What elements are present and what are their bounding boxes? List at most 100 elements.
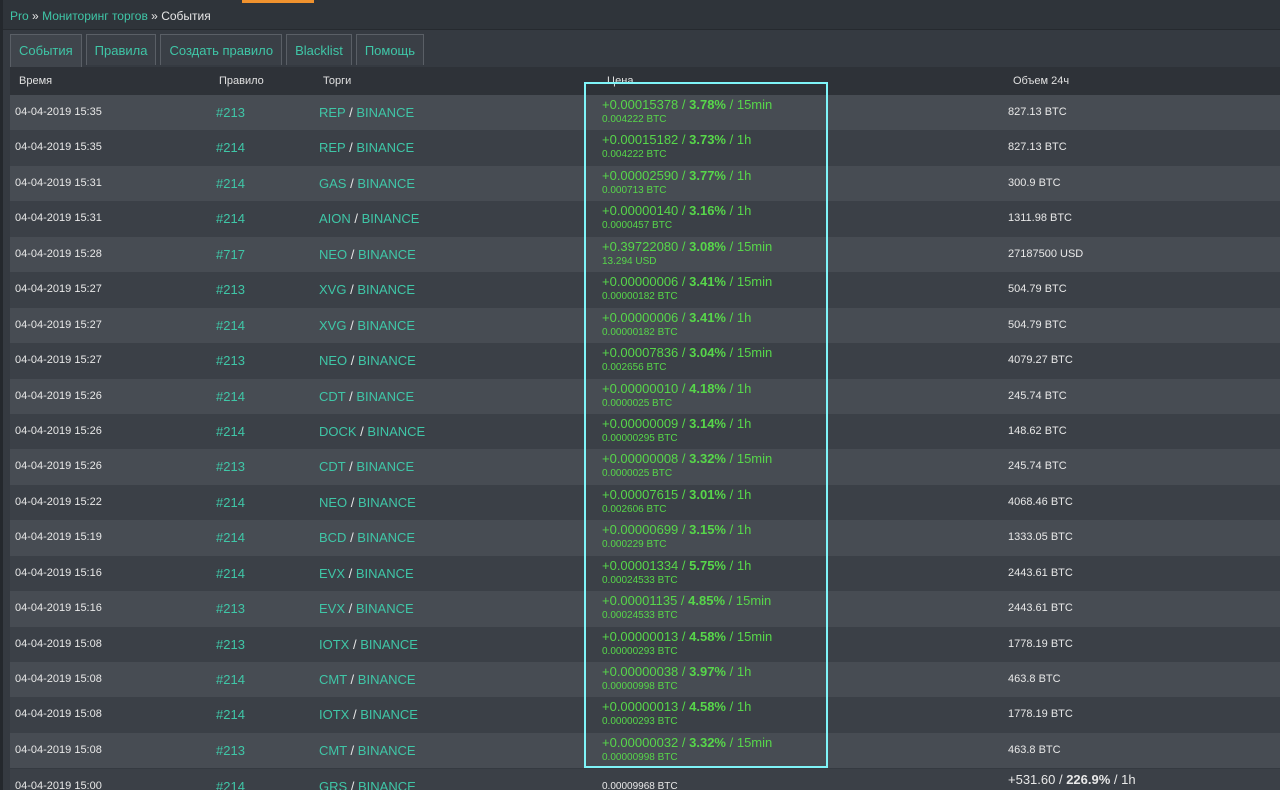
rule-link[interactable]: #214 <box>216 672 245 687</box>
coin-link[interactable]: REP <box>319 140 346 155</box>
table-row[interactable]: 04-04-2019 15:22 #214 NEO / BINANCE +0.0000… <box>10 484 1280 521</box>
coin-link[interactable]: CMT <box>319 743 347 758</box>
exchange-link[interactable]: BINANCE <box>357 530 415 545</box>
rule-link[interactable]: #214 <box>216 707 245 722</box>
tab-events[interactable]: События <box>10 34 82 67</box>
rule-link[interactable]: #717 <box>216 247 245 262</box>
rule-link[interactable]: #213 <box>216 743 245 758</box>
exchange-link[interactable]: BINANCE <box>360 707 418 722</box>
coin-link[interactable]: EVX <box>319 601 345 616</box>
rule-link[interactable]: #214 <box>216 389 245 404</box>
exchange-link[interactable]: BINANCE <box>357 176 415 191</box>
table-row[interactable]: 04-04-2019 15:35 #213 REP / BINANCE +0.0001… <box>10 95 1280 131</box>
header-time[interactable]: Время <box>19 75 52 87</box>
table-row[interactable]: 04-04-2019 15:35 #214 REP / BINANCE +0.0001… <box>10 130 1280 166</box>
table-row[interactable]: 04-04-2019 15:16 #214 EVX / BINANCE +0.0000… <box>10 555 1280 592</box>
table-row[interactable]: 04-04-2019 15:08 #214 IOTX / BINANCE +0.000… <box>10 697 1280 733</box>
event-time: 04-04-2019 15:31 <box>15 212 102 225</box>
coin-link[interactable]: NEO <box>319 353 347 368</box>
table-row[interactable]: 04-04-2019 15:19 #214 BCD / BINANCE +0.0000… <box>10 520 1280 556</box>
rule-link[interactable]: #213 <box>216 601 245 616</box>
table-row[interactable]: 04-04-2019 15:26 #213 CDT / BINANCE +0.0000… <box>10 449 1280 485</box>
breadcrumb-link-pro[interactable]: Pro <box>10 9 29 23</box>
coin-link[interactable]: NEO <box>319 247 347 262</box>
exchange-link[interactable]: BINANCE <box>362 211 420 226</box>
exchange-link[interactable]: BINANCE <box>356 105 414 120</box>
rule-link[interactable]: #213 <box>216 459 245 474</box>
table-row-partial[interactable]: 04-04-2019 15:00 #214 GRS / BINANCE 0.00… <box>10 769 1280 790</box>
coin-link[interactable]: DOCK <box>319 424 357 439</box>
rule-link[interactable]: #213 <box>216 353 245 368</box>
rule-link[interactable]: #214 <box>216 318 245 333</box>
coin-link[interactable]: EVX <box>319 566 345 581</box>
rule-link[interactable]: #214 <box>216 779 245 790</box>
exchange-link[interactable]: BINANCE <box>358 247 416 262</box>
current-price: 0.00000182 BTC <box>602 326 678 338</box>
exchange-link[interactable]: BINANCE <box>360 637 418 652</box>
tab-blacklist[interactable]: Blacklist <box>286 34 352 65</box>
table-row[interactable]: 04-04-2019 15:08 #213 CMT / BINANCE +0.0000… <box>10 732 1280 769</box>
rule-link[interactable]: #214 <box>216 176 245 191</box>
exchange-link[interactable]: BINANCE <box>356 140 414 155</box>
table-row[interactable]: 04-04-2019 15:16 #213 EVX / BINANCE +0.0000… <box>10 591 1280 627</box>
exchange-link[interactable]: BINANCE <box>358 743 416 758</box>
rule-link[interactable]: #213 <box>216 637 245 652</box>
market-separator: / <box>347 494 359 510</box>
price-change-period: 1h <box>736 415 752 431</box>
exchange-link[interactable]: BINANCE <box>358 779 416 790</box>
table-row[interactable]: 04-04-2019 15:08 #213 IOTX / BINANCE +0.000… <box>10 626 1280 662</box>
rule-link[interactable]: #213 <box>216 282 245 297</box>
rule-link[interactable]: #214 <box>216 566 245 581</box>
breadcrumb-link-monitoring[interactable]: Мониторинг торгов <box>42 9 148 23</box>
coin-link[interactable]: REP <box>319 105 346 120</box>
exchange-link[interactable]: BINANCE <box>357 282 415 297</box>
rule-link[interactable]: #214 <box>216 140 245 155</box>
price-change-percent: 3.16% <box>689 203 726 219</box>
table-row[interactable]: 04-04-2019 15:27 #214 XVG / BINANCE +0.0000… <box>10 307 1280 344</box>
table-row[interactable]: 04-04-2019 15:27 #213 XVG / BINANCE +0.0000… <box>10 272 1280 308</box>
coin-link[interactable]: IOTX <box>319 707 349 722</box>
table-row[interactable]: 04-04-2019 15:08 #214 CMT / BINANCE +0.0000… <box>10 662 1280 698</box>
table-row[interactable]: 04-04-2019 15:26 #214 DOCK / BINANCE +0.000… <box>10 413 1280 450</box>
exchange-link[interactable]: BINANCE <box>358 495 416 510</box>
exchange-link[interactable]: BINANCE <box>357 318 415 333</box>
coin-link[interactable]: CMT <box>319 672 347 687</box>
exchange-link[interactable]: BINANCE <box>356 389 414 404</box>
rule-link[interactable]: #213 <box>216 105 245 120</box>
coin-link[interactable]: IOTX <box>319 637 349 652</box>
rule-link[interactable]: #214 <box>216 495 245 510</box>
rule-link[interactable]: #214 <box>216 424 245 439</box>
price-change-value: +0.00000008 <box>602 451 679 467</box>
header-volume[interactable]: Объем 24ч <box>1013 75 1069 87</box>
header-rule[interactable]: Правило <box>219 75 264 87</box>
exchange-link[interactable]: BINANCE <box>358 353 416 368</box>
table-row[interactable]: 04-04-2019 15:31 #214 GAS / BINANCE +0.0000… <box>10 165 1280 202</box>
market-separator: / <box>349 636 361 652</box>
tab-help[interactable]: Помощь <box>355 34 425 65</box>
exchange-link[interactable]: BINANCE <box>356 566 414 581</box>
header-price[interactable]: Цена <box>607 75 633 87</box>
coin-link[interactable]: CDT <box>319 389 345 404</box>
tab-rules[interactable]: Правила <box>85 34 157 65</box>
exchange-link[interactable]: BINANCE <box>358 672 416 687</box>
table-row[interactable]: 04-04-2019 15:28 #717 NEO / BINANCE +0.3972… <box>10 236 1280 273</box>
table-row[interactable]: 04-04-2019 15:26 #214 CDT / BINANCE +0.0000… <box>10 378 1280 414</box>
coin-link[interactable]: GRS <box>319 779 347 790</box>
coin-link[interactable]: BCD <box>319 530 346 545</box>
table-row[interactable]: 04-04-2019 15:27 #213 NEO / BINANCE +0.0000… <box>10 343 1280 379</box>
coin-link[interactable]: XVG <box>319 318 346 333</box>
coin-link[interactable]: XVG <box>319 282 346 297</box>
table-row[interactable]: 04-04-2019 15:31 #214 AION / BINANCE +0.000… <box>10 201 1280 237</box>
price-change: +0.00000038 / 3.97% / 1h <box>602 664 752 679</box>
exchange-link[interactable]: BINANCE <box>367 424 425 439</box>
tab-create-rule[interactable]: Создать правило <box>160 34 283 65</box>
header-market[interactable]: Торги <box>323 75 351 87</box>
exchange-link[interactable]: BINANCE <box>356 459 414 474</box>
coin-link[interactable]: AION <box>319 211 351 226</box>
coin-link[interactable]: NEO <box>319 495 347 510</box>
rule-link[interactable]: #214 <box>216 530 245 545</box>
coin-link[interactable]: GAS <box>319 176 346 191</box>
exchange-link[interactable]: BINANCE <box>356 601 414 616</box>
rule-link[interactable]: #214 <box>216 211 245 226</box>
coin-link[interactable]: CDT <box>319 459 345 474</box>
